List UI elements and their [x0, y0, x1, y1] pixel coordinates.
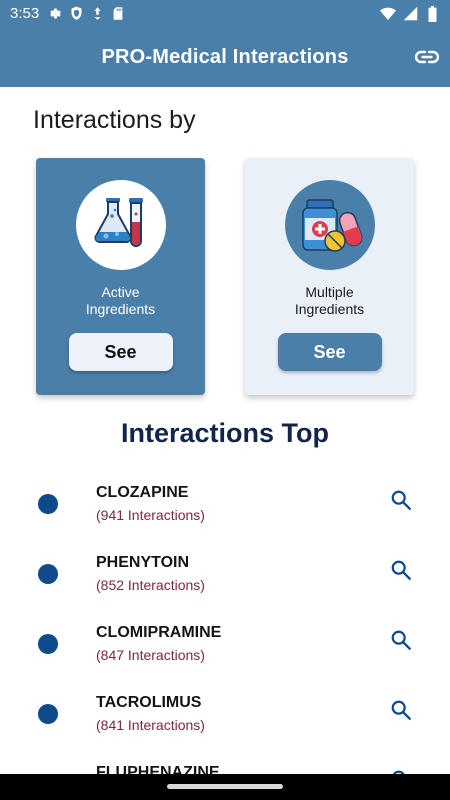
link-icon — [415, 50, 439, 64]
interaction-count: (852 Interactions) — [96, 577, 205, 593]
battery-icon — [424, 5, 440, 22]
status-bar: 3:53 — [0, 0, 450, 27]
interaction-count: (941 Interactions) — [96, 507, 205, 523]
screen: 3:53 PRO-Medical Interactions Interactio… — [0, 0, 450, 800]
multiple-ingredients-see-button[interactable]: See — [277, 333, 382, 371]
pills-bottle-icon — [301, 199, 362, 252]
list-item[interactable]: PHENYTOIN (852 Interactions) — [0, 554, 450, 614]
active-ingredients-card: Active Ingredients See — [36, 158, 205, 395]
list-item[interactable]: CLOMIPRAMINE (847 Interactions) — [0, 624, 450, 684]
drug-name: CLOMIPRAMINE — [96, 624, 222, 641]
interaction-count: (841 Interactions) — [96, 717, 205, 733]
usb-download-icon — [89, 6, 105, 22]
search-icon[interactable] — [389, 628, 413, 652]
multiple-ingredients-card: Multiple Ingredients See — [245, 158, 414, 395]
multiple-ingredients-label: Multiple Ingredients — [255, 284, 405, 318]
lab-flasks-icon — [94, 198, 143, 247]
active-label-line2: Ingredients — [85, 301, 156, 317]
home-gesture-handle[interactable] — [167, 784, 283, 789]
search-icon[interactable] — [389, 558, 413, 582]
interactions-top-heading: Interactions Top — [120, 418, 329, 448]
signal-icon — [402, 6, 418, 22]
wifi-icon — [380, 6, 396, 22]
drug-name: TACROLIMUS — [96, 694, 202, 711]
search-icon[interactable] — [389, 488, 413, 512]
multiple-ingredients-icon-circle — [284, 180, 375, 270]
multi-label-line1: Multiple — [305, 284, 354, 300]
status-time: 3:53 — [10, 5, 40, 22]
interaction-count: (847 Interactions) — [96, 647, 205, 663]
link-button[interactable] — [414, 44, 440, 70]
active-ingredients-icon-circle — [75, 180, 166, 270]
multi-label-line2: Ingredients — [294, 301, 365, 317]
bullet-dot-icon — [38, 494, 58, 514]
system-nav-bar — [0, 774, 450, 800]
search-icon[interactable] — [389, 698, 413, 722]
list-item[interactable]: CLOZAPINE (941 Interactions) — [0, 484, 450, 544]
sd-card-icon — [110, 6, 126, 22]
section-heading: Interactions by — [33, 106, 196, 134]
active-ingredients-label: Active Ingredients — [46, 284, 196, 318]
bullet-dot-icon — [38, 704, 58, 724]
bullet-dot-icon — [38, 634, 58, 654]
gear-icon — [47, 6, 63, 22]
list-item[interactable]: TACROLIMUS (841 Interactions) — [0, 694, 450, 754]
drug-name: PHENYTOIN — [96, 554, 190, 571]
drug-name: CLOZAPINE — [96, 484, 189, 501]
active-ingredients-see-button[interactable]: See — [68, 333, 173, 371]
status-right — [374, 5, 440, 22]
app-bar: PRO-Medical Interactions — [0, 27, 450, 87]
active-label-line1: Active — [101, 284, 140, 300]
bullet-dot-icon — [38, 564, 58, 584]
shield-icon — [68, 6, 84, 22]
app-title: PRO-Medical Interactions — [101, 45, 349, 68]
